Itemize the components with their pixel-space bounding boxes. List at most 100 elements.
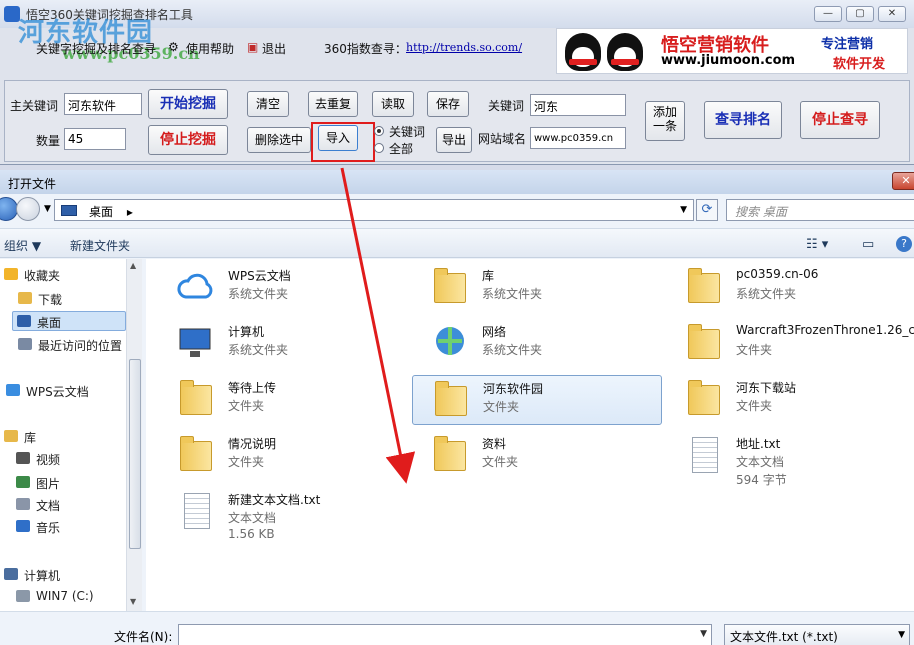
file-item[interactable]: 河东软件园 文件夹 — [412, 375, 662, 425]
file-type: 文本文档 — [228, 511, 277, 525]
sidebar-item[interactable]: 视频 — [12, 449, 126, 469]
history-dropdown-icon[interactable]: ▼ — [44, 204, 51, 214]
file-item[interactable]: pc0359.cn-06 系统文件夹 — [666, 263, 914, 313]
scrollbar-thumb[interactable] — [129, 359, 141, 549]
clear-button[interactable]: 清空 — [247, 91, 289, 117]
scroll-up-icon[interactable]: ▲ — [130, 261, 136, 270]
dialog-titlebar: 打开文件 ✕ — [0, 170, 914, 194]
filename-input[interactable]: ▼ — [178, 624, 712, 645]
menu-exit[interactable]: 退出 — [262, 40, 286, 57]
menu-keyword-mining[interactable]: 关键字挖掘及排名查寻 — [36, 40, 156, 57]
computer-icon — [176, 323, 216, 363]
filetype-select[interactable]: 文本文件.txt (*.txt) ▼ — [724, 624, 910, 645]
file-item[interactable]: WPS云文档 系统文件夹 — [158, 263, 408, 313]
keyword-input[interactable]: 河东 — [530, 94, 626, 116]
trend-link[interactable]: http://trends.so.com/ — [406, 41, 522, 54]
sidebar-item-label: 文档 — [36, 499, 61, 513]
scroll-down-icon[interactable]: ▼ — [130, 597, 136, 606]
domain-label: 网站域名 — [478, 132, 527, 146]
banner-slogan2: 软件开发 — [833, 57, 886, 72]
file-size: 594 字节 — [736, 473, 787, 487]
music-icon — [16, 520, 30, 532]
radio-all[interactable] — [374, 143, 384, 153]
minimize-button[interactable]: — — [814, 6, 842, 22]
export-button[interactable]: 导出 — [436, 127, 472, 153]
file-name: 网络 — [482, 325, 507, 339]
file-item[interactable]: 等待上传 文件夹 — [158, 375, 408, 425]
video-icon — [16, 452, 30, 464]
count-input[interactable]: 45 — [64, 128, 126, 150]
main-keyword-input[interactable]: 河东软件 — [64, 93, 142, 115]
sidebar-item[interactable]: 库 — [0, 427, 126, 447]
ad-banner[interactable]: 悟空营销软件 www.jiumoon.com 专注营销 软件开发 — [556, 28, 908, 74]
sidebar-item[interactable]: 下载 — [14, 289, 126, 309]
new-folder-button[interactable]: 新建文件夹 — [70, 237, 130, 254]
domain-input[interactable]: www.pc0359.cn — [530, 127, 626, 149]
file-item[interactable]: 网络 系统文件夹 — [412, 319, 662, 369]
add-one-button[interactable]: 添加一条 — [645, 101, 685, 141]
forward-button[interactable] — [16, 197, 40, 221]
save-button[interactable]: 保存 — [427, 91, 469, 117]
delete-selected-button[interactable]: 删除选中 — [247, 127, 311, 153]
file-item[interactable]: Warcraft3FrozenThrone1.26_chs 文件夹 — [666, 319, 914, 369]
dedupe-button[interactable]: 去重复 — [308, 91, 358, 117]
preview-pane-icon[interactable]: ▭ — [862, 237, 874, 252]
stop-mining-button[interactable]: 停止挖掘 — [148, 125, 228, 155]
sidebar-item[interactable]: 最近访问的位置 — [14, 335, 126, 355]
stop-query-button[interactable]: 停止查寻 — [800, 101, 880, 139]
sidebar-item[interactable]: 桌面 — [12, 311, 126, 331]
keyword-label: 关键词 — [488, 99, 525, 113]
close-button[interactable]: ✕ — [878, 6, 906, 22]
file-type: 系统文件夹 — [228, 287, 289, 301]
file-item[interactable]: 新建文本文档.txt 文本文档 1.56 KB — [158, 487, 408, 541]
file-item[interactable]: 计算机 系统文件夹 — [158, 319, 408, 369]
file-item[interactable]: 资料 文件夹 — [412, 431, 662, 481]
file-type: 文件夹 — [228, 455, 265, 469]
file-item[interactable]: 地址.txt 文本文档 594 字节 — [666, 431, 914, 487]
file-name: 新建文本文档.txt — [228, 493, 321, 507]
dialog-close-button[interactable]: ✕ — [892, 172, 914, 190]
sidebar-item[interactable]: 计算机 — [0, 565, 126, 585]
maximize-button[interactable]: ▢ — [846, 6, 874, 22]
sidebar-item[interactable]: WPS云文档 — [2, 381, 126, 401]
filename-dropdown-icon[interactable]: ▼ — [700, 629, 707, 639]
search-input[interactable]: 搜索 桌面 — [726, 199, 914, 221]
file-type: 系统文件夹 — [736, 287, 797, 301]
sidebar-item-label: 下载 — [38, 293, 63, 307]
file-size: 1.56 KB — [228, 527, 275, 541]
sidebar-item-label: 图片 — [36, 477, 61, 491]
breadcrumb-chevron-icon[interactable]: ▸ — [127, 205, 133, 219]
sidebar-item[interactable]: WIN7 (C:) — [12, 587, 126, 607]
banner-slogan1: 专注营销 — [821, 37, 874, 52]
refresh-icon[interactable]: ⟳ — [696, 199, 718, 221]
menu-help[interactable]: 使用帮助 — [186, 40, 234, 57]
sidebar-item-label: 库 — [24, 431, 37, 445]
query-rank-button[interactable]: 查寻排名 — [704, 101, 782, 139]
file-type: 文件夹 — [736, 343, 773, 357]
sidebar-item[interactable]: 文档 — [12, 495, 126, 515]
banner-site: www.jiumoon.com — [661, 53, 796, 68]
sidebar-item-label: 视频 — [36, 453, 61, 467]
dialog-toolbar: 组织 ▼ 新建文件夹 ☷ ▾ ▭ ? — [0, 228, 914, 258]
organize-button[interactable]: 组织 ▼ — [4, 237, 41, 254]
file-list: WPS云文档 系统文件夹库系统文件夹 pc0359.cn-06 系统文件夹计算机 系统文… — [146, 259, 914, 611]
help-icon[interactable]: ? — [896, 236, 912, 252]
file-name: 河东软件园 — [483, 382, 544, 396]
file-item[interactable]: 库系统文件夹 — [412, 263, 662, 313]
start-mining-button[interactable]: 开始挖掘 — [148, 89, 228, 119]
sidebar-scrollbar[interactable]: ▲ ▼ — [126, 259, 142, 611]
file-type: 文件夹 — [228, 399, 265, 413]
penguin-icon — [565, 33, 601, 71]
file-item[interactable]: 情况说明 文件夹 — [158, 431, 408, 481]
sidebar-item[interactable]: 音乐 — [12, 517, 126, 537]
radio-keyword[interactable] — [374, 126, 384, 136]
address-bar[interactable]: 桌面 ▸ ▼ — [54, 199, 694, 221]
document-icon — [16, 498, 30, 510]
folder-icon — [684, 379, 724, 419]
view-options-icon[interactable]: ☷ ▾ — [806, 237, 828, 252]
sidebar-item[interactable]: 图片 — [12, 473, 126, 493]
read-button[interactable]: 读取 — [372, 91, 414, 117]
address-dropdown-icon[interactable]: ▼ — [680, 205, 687, 215]
sidebar-item[interactable]: 收藏夹 — [0, 265, 126, 285]
file-item[interactable]: 河东下载站 文件夹 — [666, 375, 914, 425]
